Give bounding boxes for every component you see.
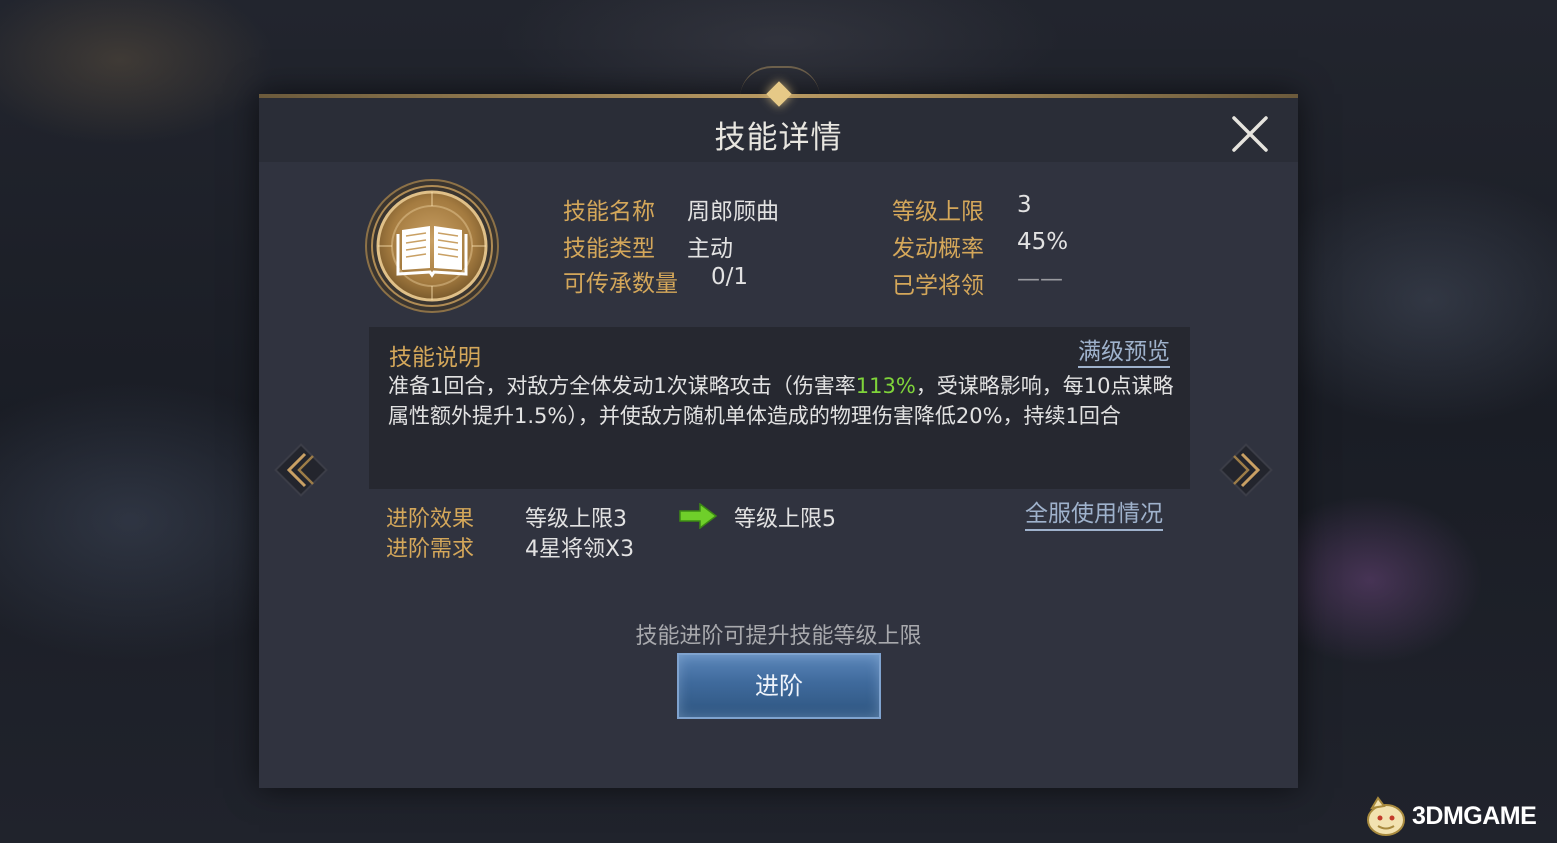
close-button[interactable] [1228,112,1272,156]
advance-effect-to: 等级上限5 [734,507,836,532]
damage-rate-highlight: 113% [855,374,916,398]
skill-detail-dialog: 技能详情 技能名称 周郎顾曲 技能类型 主动 可传承数量 0/1 等级上限 3 … [259,94,1298,788]
max-level-preview-link[interactable]: 满级预览 [1078,338,1170,368]
learned-generals-label: 已学将领 [892,273,984,299]
description-text-part1: 准备1回合，对敌方全体发动1次谋略攻击（伤害率 [388,374,856,398]
dialog-title: 技能详情 [714,120,843,156]
advance-requirement-label: 进阶需求 [386,537,475,562]
trigger-rate-label: 发动概率 [892,236,984,262]
dialog-title-bar: 技能详情 [259,98,1298,162]
level-cap-value: 3 [1017,192,1032,218]
skill-name-value: 周郎顾曲 [687,199,779,225]
green-arrow-icon [678,502,718,530]
level-cap-label: 等级上限 [892,199,984,225]
inherit-count-label: 可传承数量 [563,271,678,297]
advance-hint-text: 技能进阶可提升技能等级上限 [635,624,922,649]
next-skill-button[interactable] [1216,440,1276,500]
double-chevron-left-icon [274,443,328,497]
double-chevron-right-icon [1219,443,1273,497]
previous-skill-button[interactable] [271,440,331,500]
description-text: 准备1回合，对敌方全体发动1次谋略攻击（伤害率113%，受谋略影响，每10点谋略… [388,371,1178,431]
learned-generals-value: —— [1017,266,1063,292]
skill-name-label: 技能名称 [563,199,655,225]
advance-effect-label: 进阶效果 [386,507,475,532]
open-book-icon [365,179,499,313]
description-title: 技能说明 [389,345,481,371]
mascot-logo-icon [1367,796,1405,836]
close-icon [1232,116,1268,152]
watermark-logo: 3DMGAME [1362,794,1552,838]
skill-icon-medallion [364,178,500,314]
skill-type-value: 主动 [687,236,733,262]
advance-requirement-value: 4星将领X3 [525,537,635,562]
inherit-count-value: 0/1 [711,264,749,290]
server-usage-link[interactable]: 全服使用情况 [1025,499,1163,531]
skill-type-label: 技能类型 [563,236,655,262]
watermark-text: 3DMGAME [1412,802,1537,830]
skill-description-panel: 技能说明 满级预览 准备1回合，对敌方全体发动1次谋略攻击（伤害率113%，受谋… [369,327,1190,489]
advance-effect-from: 等级上限3 [525,507,627,532]
advance-button[interactable]: 进阶 [677,653,881,719]
trigger-rate-value: 45% [1017,229,1069,255]
